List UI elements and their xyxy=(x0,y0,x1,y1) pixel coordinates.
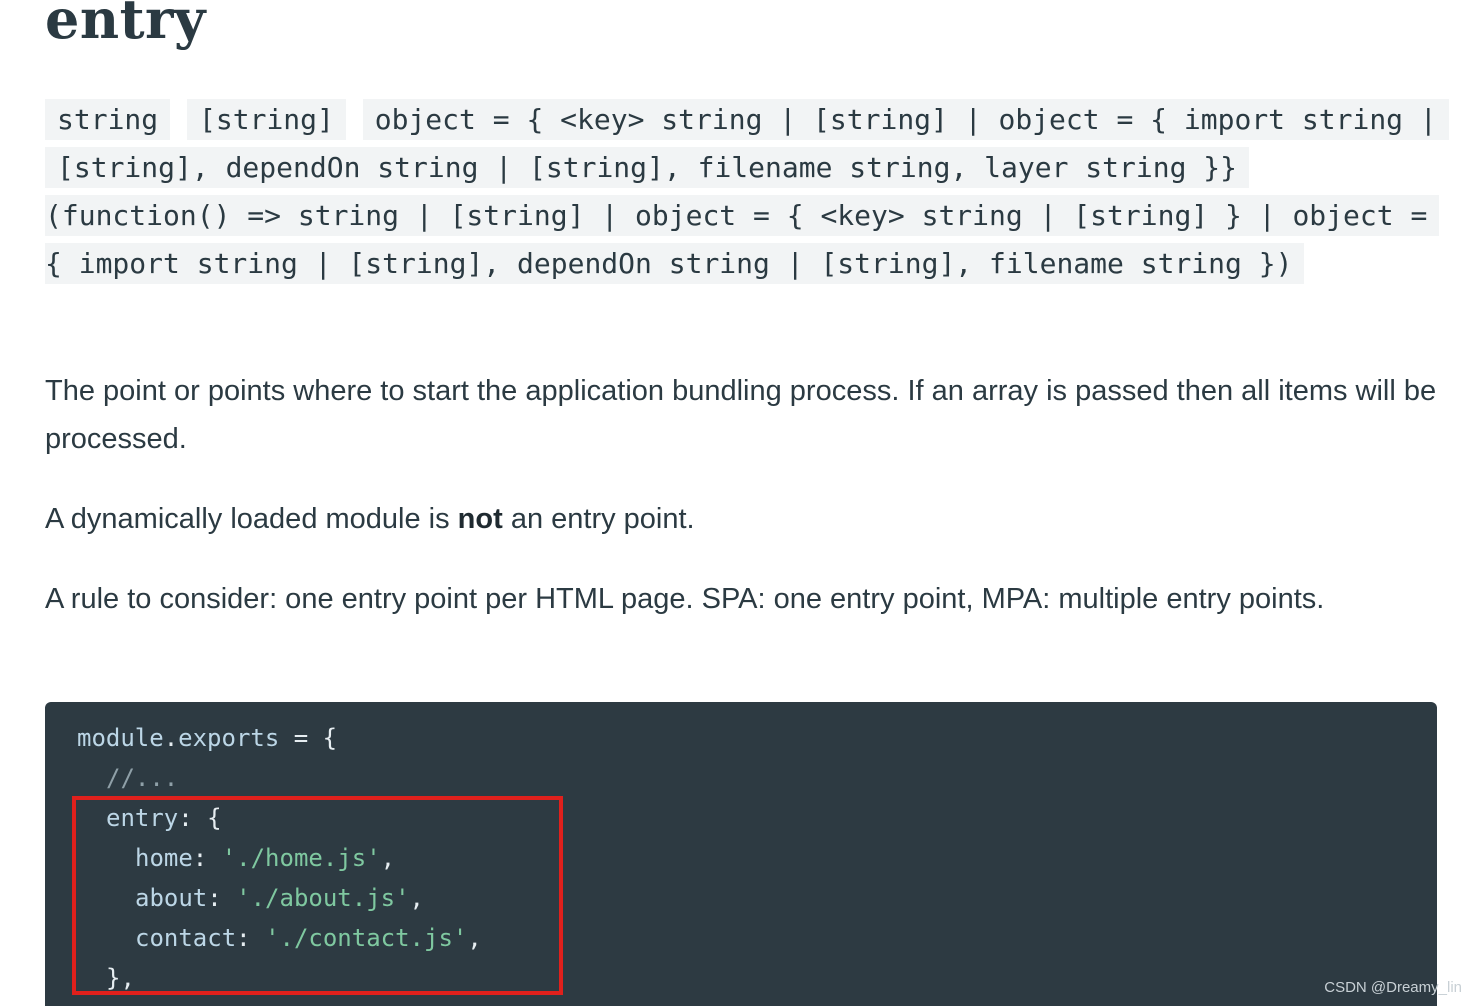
type-function: (function() => string | [string] | objec… xyxy=(45,195,1440,284)
page-title: entry xyxy=(45,0,206,51)
code-token: module xyxy=(77,724,164,752)
code-comment: //... xyxy=(106,764,179,792)
code-line-1: module.exports = { xyxy=(77,718,337,758)
type-string-array: [string] xyxy=(187,99,346,140)
entry-highlight-box xyxy=(72,796,563,995)
watermark: CSDN @Dreamy_lin xyxy=(1324,979,1462,996)
description-paragraph: The point or points where to start the a… xyxy=(45,375,1437,455)
code-token: . xyxy=(163,724,179,752)
note-text-after: an entry point. xyxy=(502,503,695,535)
note-text-before: A dynamically loaded module is xyxy=(45,503,458,535)
rule-paragraph: A rule to consider: one entry point per … xyxy=(45,583,1325,615)
code-token: = { xyxy=(279,724,338,752)
code-line-2: //... xyxy=(106,758,178,798)
note-emphasis: not xyxy=(457,503,503,535)
dynamic-module-note: A dynamically loaded module is not an en… xyxy=(45,495,1440,543)
code-example[interactable]: module.exports = { //... entry: { home: … xyxy=(45,702,1437,1006)
code-token: exports xyxy=(178,724,280,752)
type-string: string xyxy=(45,99,171,140)
type-signature: string [string] object = { <key> string … xyxy=(45,96,1449,288)
